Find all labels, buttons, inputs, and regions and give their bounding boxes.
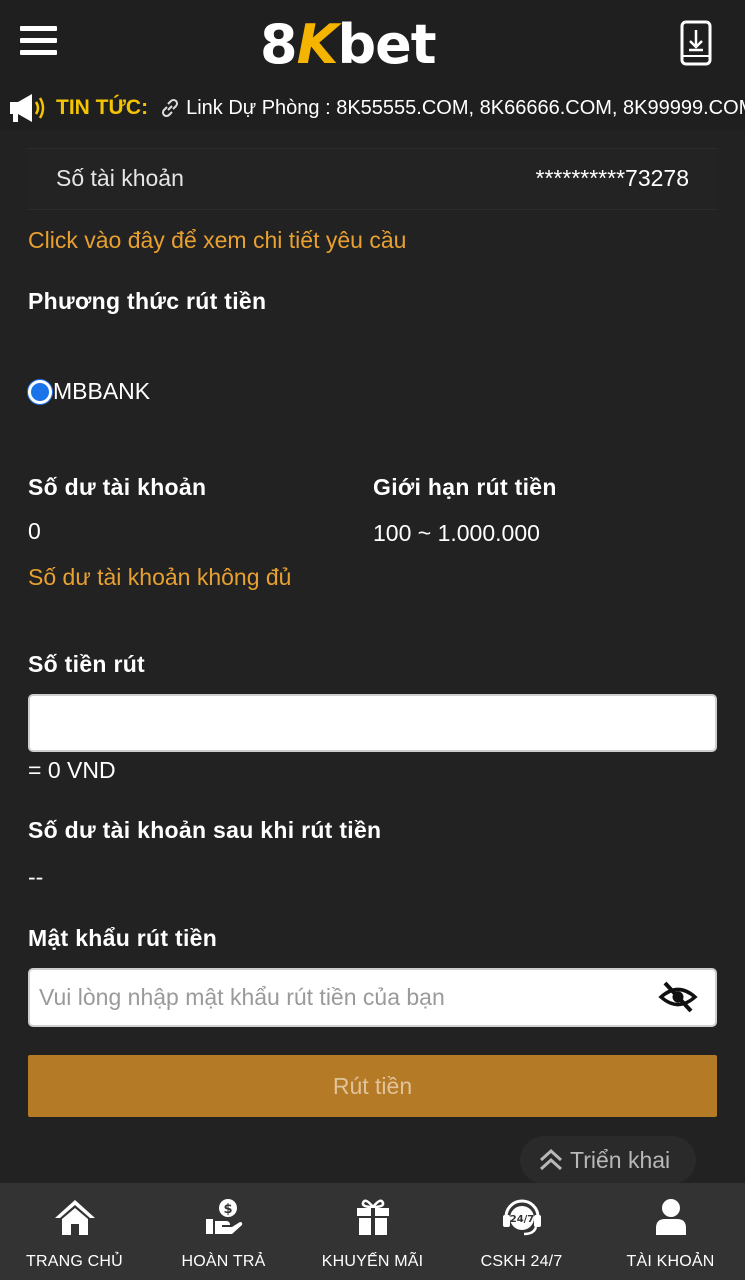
password-heading: Mật khẩu rút tiền: [28, 925, 218, 951]
method-option-mbbank[interactable]: MBBANK: [28, 378, 150, 405]
limit-heading: Giới hạn rút tiền: [373, 474, 557, 500]
bottom-nav: TRANG CHỦ $ HOÀN TRẢ KHUYẾN MÃI 24/7 CSK…: [0, 1183, 745, 1280]
nav-label: TÀI KHOẢN: [626, 1253, 715, 1270]
nav-label: HOÀN TRẢ: [181, 1253, 266, 1270]
nav-label: CSKH 24/7: [480, 1253, 563, 1270]
expand-button[interactable]: Triển khai: [520, 1136, 696, 1184]
amount-converted: = 0 VND: [28, 757, 116, 783]
user-icon: [655, 1199, 686, 1235]
double-chevron-up-icon: [539, 1148, 563, 1171]
gift-icon: [356, 1199, 389, 1235]
after-balance-heading: Số dư tài khoản sau khi rút tiền: [28, 817, 382, 843]
nav-item-account[interactable]: TÀI KHOẢN: [596, 1183, 745, 1280]
svg-text:24/7: 24/7: [509, 1214, 534, 1225]
after-balance-value: --: [28, 864, 44, 890]
expand-label: Triển khai: [570, 1146, 671, 1173]
method-heading: Phương thức rút tiền: [28, 288, 267, 314]
balance-warning: Số dư tài khoản không đủ: [28, 564, 292, 590]
nav-item-support[interactable]: 24/7 CSKH 24/7: [447, 1183, 596, 1280]
withdraw-button[interactable]: Rút tiền: [28, 1055, 717, 1117]
megaphone-icon: [10, 94, 45, 122]
news-text[interactable]: Link Dự Phòng : 8K55555.COM, 8K66666.COM…: [186, 97, 745, 120]
brand-logo[interactable]: 8Kbet: [260, 12, 470, 76]
amount-heading: Số tiền rút: [28, 651, 146, 677]
eye-slash-icon[interactable]: [658, 980, 698, 1014]
hamburger-menu-icon[interactable]: [20, 26, 58, 58]
svg-text:$: $: [223, 1202, 232, 1217]
radio-selected-icon[interactable]: [28, 379, 52, 404]
account-number-label: Số tài khoản: [56, 165, 184, 191]
balance-value: 0: [28, 518, 41, 544]
download-app-icon[interactable]: [680, 20, 712, 66]
nav-item-home[interactable]: TRANG CHỦ: [0, 1183, 149, 1280]
withdraw-page: 8Kbet TIN TỨC: Link Dự Phòng : 8K55555.C…: [0, 0, 745, 1280]
news-ticker: TIN TỨC: Link Dự Phòng : 8K55555.COM, 8K…: [0, 86, 745, 130]
amount-input[interactable]: [28, 694, 717, 752]
account-number-value: **********73278: [535, 165, 689, 191]
account-number-row: Số tài khoản **********73278: [28, 148, 717, 210]
link-icon: [162, 98, 179, 118]
cashback-icon: $: [205, 1199, 242, 1234]
news-label: TIN TỨC:: [56, 96, 149, 119]
limit-value: 100 ~ 1.000.000: [373, 520, 540, 546]
home-icon: [54, 1200, 95, 1235]
top-header: 8Kbet: [0, 0, 745, 86]
password-input[interactable]: [28, 968, 717, 1027]
nav-item-cashback[interactable]: $ HOÀN TRẢ: [149, 1183, 298, 1280]
nav-item-promotions[interactable]: KHUYẾN MÃI: [298, 1183, 447, 1280]
nav-label: KHUYẾN MÃI: [321, 1253, 424, 1270]
balance-heading: Số dư tài khoản: [28, 474, 207, 500]
method-option-label: MBBANK: [53, 378, 151, 404]
nav-label: TRANG CHỦ: [26, 1253, 123, 1270]
requirements-link[interactable]: Click vào đây để xem chi tiết yêu cầu: [28, 227, 406, 254]
support-24-7-icon: 24/7: [502, 1199, 541, 1236]
